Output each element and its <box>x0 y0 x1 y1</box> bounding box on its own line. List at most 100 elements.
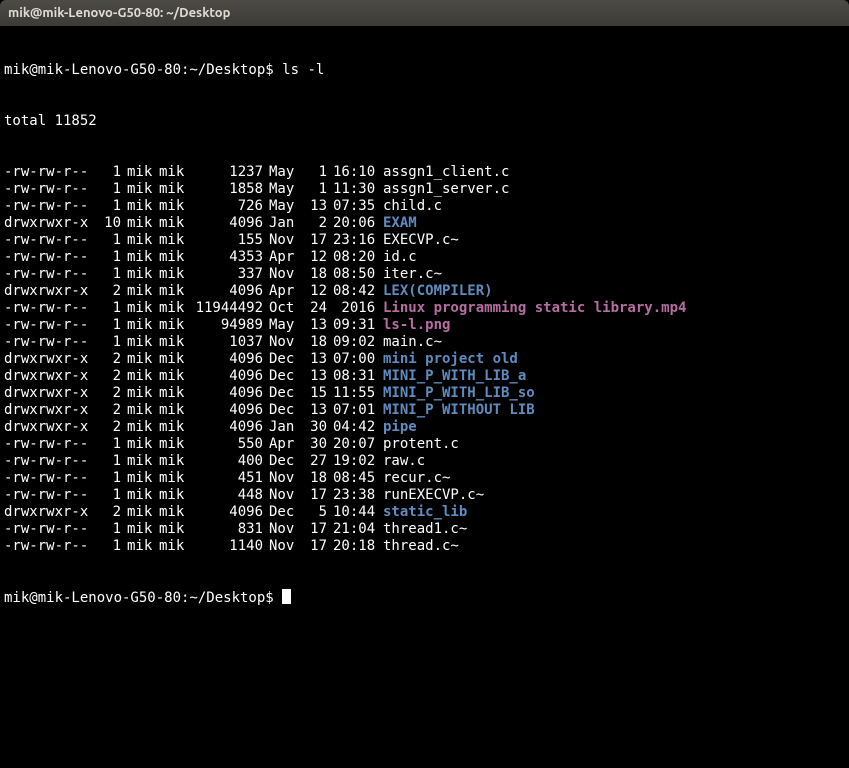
filename: mini project old <box>383 351 518 368</box>
month: Nov <box>269 470 301 487</box>
file-row: -rw-rw-r--1mikmik1037Nov1809:02main.c~ <box>4 334 845 351</box>
month: Apr <box>269 436 301 453</box>
day: 30 <box>301 436 327 453</box>
filename: LEX(COMPILER) <box>383 283 493 300</box>
file-row: -rw-rw-r--1mikmik400Dec2719:02raw.c <box>4 453 845 470</box>
cursor[interactable] <box>282 589 291 604</box>
filename: MINI_P_WITH_LIB_so <box>383 385 535 402</box>
filename: assgn1_server.c <box>383 181 509 198</box>
link-count: 1 <box>94 538 121 555</box>
owner: mik <box>127 232 159 249</box>
terminal-body[interactable]: mik@mik-Lenovo-G50-80:~/Desktop$ ls -l t… <box>0 26 849 768</box>
link-count: 2 <box>94 368 121 385</box>
filename: protent.c <box>383 436 459 453</box>
owner: mik <box>127 487 159 504</box>
filename: EXAM <box>383 215 417 232</box>
perm: drwxrwxr-x <box>4 419 94 436</box>
day: 15 <box>301 385 327 402</box>
day: 13 <box>301 351 327 368</box>
file-row: drwxrwxr-x2mikmik4096Dec1307:01MINI_P WI… <box>4 402 845 419</box>
link-count: 1 <box>94 453 121 470</box>
file-row: -rw-rw-r--1mikmik4353Apr1208:20id.c <box>4 249 845 266</box>
link-count: 1 <box>94 334 121 351</box>
month: Dec <box>269 453 301 470</box>
link-count: 1 <box>94 300 121 317</box>
size: 4096 <box>191 419 263 436</box>
day: 27 <box>301 453 327 470</box>
filename: runEXECVP.c~ <box>383 487 484 504</box>
group: mik <box>159 436 191 453</box>
owner: mik <box>127 215 159 232</box>
perm: -rw-rw-r-- <box>4 538 94 555</box>
day: 17 <box>301 538 327 555</box>
file-row: -rw-rw-r--1mikmik726May1307:35child.c <box>4 198 845 215</box>
time: 08:45 <box>333 470 383 487</box>
owner: mik <box>127 266 159 283</box>
file-row: drwxrwxr-x2mikmik4096Jan3004:42pipe <box>4 419 845 436</box>
owner: mik <box>127 283 159 300</box>
group: mik <box>159 164 191 181</box>
day: 17 <box>301 232 327 249</box>
size: 4096 <box>191 402 263 419</box>
group: mik <box>159 249 191 266</box>
time: 11:30 <box>333 181 383 198</box>
file-row: drwxrwxr-x2mikmik4096Dec510:44static_lib <box>4 504 845 521</box>
file-row: drwxrwxr-x10mikmik4096Jan220:06EXAM <box>4 215 845 232</box>
filename: Linux programming static library.mp4 <box>383 300 686 317</box>
group: mik <box>159 453 191 470</box>
file-listing: -rw-rw-r--1mikmik1237May116:10assgn1_cli… <box>4 164 845 555</box>
perm: -rw-rw-r-- <box>4 334 94 351</box>
filename: assgn1_client.c <box>383 164 509 181</box>
perm: -rw-rw-r-- <box>4 487 94 504</box>
file-row: drwxrwxr-x2mikmik4096Dec1511:55MINI_P_WI… <box>4 385 845 402</box>
filename: child.c <box>383 198 442 215</box>
owner: mik <box>127 368 159 385</box>
day: 2 <box>301 215 327 232</box>
size: 1858 <box>191 181 263 198</box>
size: 11944492 <box>191 300 263 317</box>
size: 1140 <box>191 538 263 555</box>
link-count: 1 <box>94 181 121 198</box>
owner: mik <box>127 164 159 181</box>
group: mik <box>159 368 191 385</box>
file-row: -rw-rw-r--1mikmik155Nov1723:16EXECVP.c~ <box>4 232 845 249</box>
time: 19:02 <box>333 453 383 470</box>
file-row: -rw-rw-r--1mikmik1858May111:30assgn1_ser… <box>4 181 845 198</box>
day: 18 <box>301 334 327 351</box>
owner: mik <box>127 181 159 198</box>
time: 08:31 <box>333 368 383 385</box>
link-count: 2 <box>94 402 121 419</box>
month: Nov <box>269 487 301 504</box>
time: 23:38 <box>333 487 383 504</box>
month: Dec <box>269 504 301 521</box>
file-row: -rw-rw-r--1mikmik448Nov1723:38runEXECVP.… <box>4 487 845 504</box>
perm: drwxrwxr-x <box>4 283 94 300</box>
day: 13 <box>301 402 327 419</box>
file-row: -rw-rw-r--1mikmik550Apr3020:07protent.c <box>4 436 845 453</box>
month: Dec <box>269 385 301 402</box>
day: 13 <box>301 317 327 334</box>
filename: static_lib <box>383 504 467 521</box>
group: mik <box>159 198 191 215</box>
month: Dec <box>269 368 301 385</box>
link-count: 1 <box>94 487 121 504</box>
file-row: drwxrwxr-x2mikmik4096Apr1208:42LEX(COMPI… <box>4 283 845 300</box>
day: 18 <box>301 266 327 283</box>
time: 07:00 <box>333 351 383 368</box>
time: 08:42 <box>333 283 383 300</box>
group: mik <box>159 351 191 368</box>
link-count: 2 <box>94 385 121 402</box>
time: 23:16 <box>333 232 383 249</box>
size: 831 <box>191 521 263 538</box>
filename: id.c <box>383 249 417 266</box>
day: 30 <box>301 419 327 436</box>
perm: -rw-rw-r-- <box>4 198 94 215</box>
owner: mik <box>127 334 159 351</box>
link-count: 1 <box>94 232 121 249</box>
perm: -rw-rw-r-- <box>4 249 94 266</box>
size: 4096 <box>191 283 263 300</box>
owner: mik <box>127 249 159 266</box>
filename: iter.c~ <box>383 266 442 283</box>
perm: -rw-rw-r-- <box>4 521 94 538</box>
month: Nov <box>269 232 301 249</box>
